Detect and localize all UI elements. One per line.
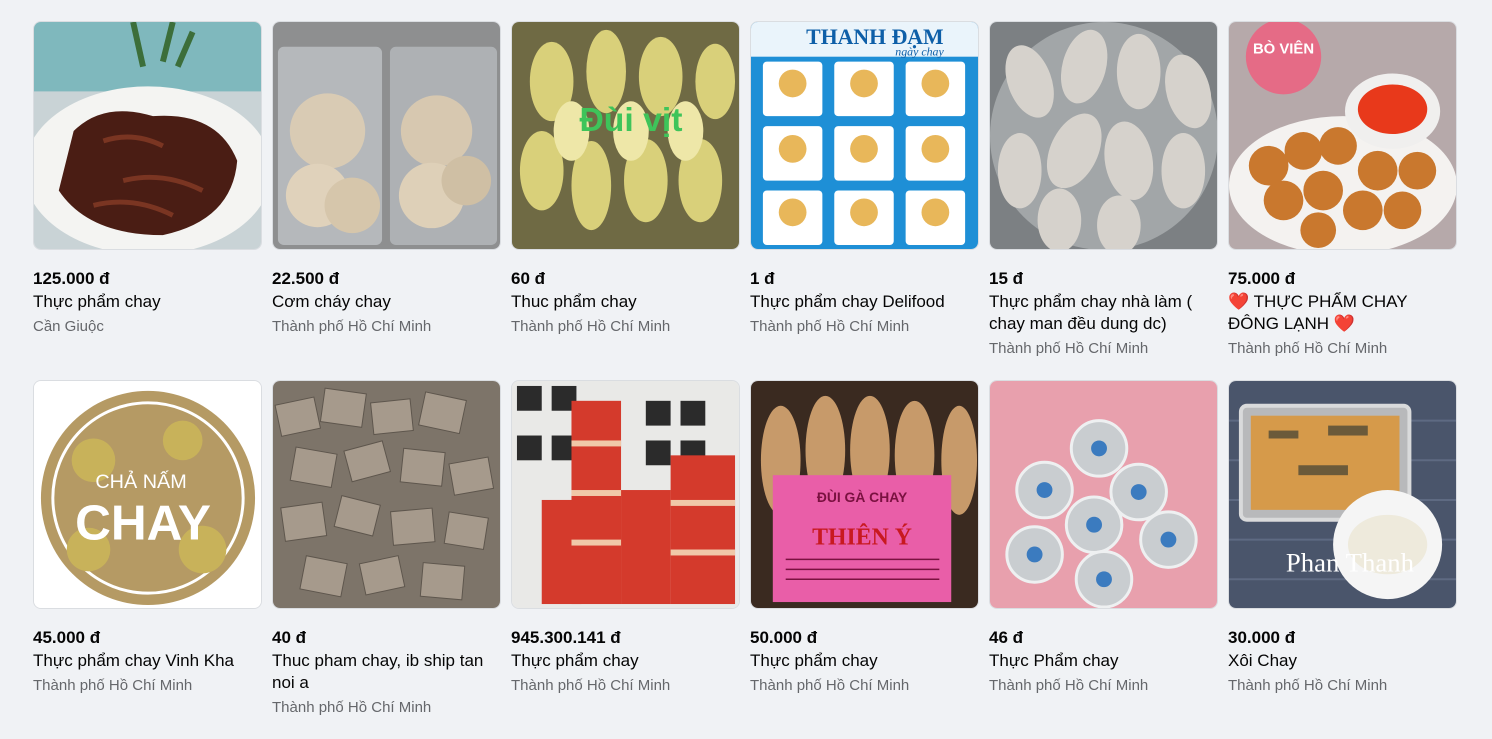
listing-photo[interactable]: THANH ĐẠM ngày chay [750, 21, 979, 250]
listing-title: ❤️ THỰC PHẨM CHAY ĐÔNG LẠNH ❤️ [1228, 292, 1408, 333]
listing-photo[interactable] [511, 380, 740, 609]
svg-text:THIÊN Ý: THIÊN Ý [812, 524, 912, 551]
listing-card[interactable]: Đùi vịt 60 đ Thuc phẩm chay Thành phố Hồ… [511, 21, 740, 380]
listing-location: Thành phố Hồ Chí Minh [1228, 340, 1388, 357]
listing-card[interactable]: 46 đ Thực Phẩm chay Thành phố Hồ Chí Min… [989, 380, 1218, 739]
listing-price: 125.000 đ [33, 269, 110, 288]
listing-location: Thành phố Hồ Chí Minh [511, 677, 671, 694]
listing-price: 22.500 đ [272, 269, 340, 288]
listing-title: Thực phẩm chay nhà làm ( chay man đều du… [989, 292, 1193, 333]
listing-photo[interactable]: Đùi vịt [511, 21, 740, 250]
listing-photo[interactable] [989, 21, 1218, 250]
listing-price: 50.000 đ [750, 628, 818, 647]
listing-card[interactable]: 22.500 đ Cơm cháy chay Thành phố Hồ Chí … [272, 21, 501, 380]
listing-price: 945.300.141 đ [511, 628, 621, 647]
listing-location: Thành phố Hồ Chí Minh [750, 677, 910, 694]
listing-card[interactable]: BÒ VIÊN 75.000 đ ❤️ THỰC PHẨM CHAY ĐÔNG … [1228, 21, 1457, 380]
listing-price: 40 đ [272, 628, 307, 647]
listing-photo[interactable]: Phan Thanh [1228, 380, 1457, 609]
listing-card[interactable]: ĐÙI GÀ CHAY THIÊN Ý 50.000 đ Thực phẩm ch… [750, 380, 979, 739]
listing-price: 46 đ [989, 628, 1024, 647]
listing-title: Thực Phẩm chay [989, 651, 1119, 670]
listing-title: Thuc pham chay, ib ship tan noi a [272, 651, 484, 692]
listing-card[interactable]: 40 đ Thuc pham chay, ib ship tan noi a T… [272, 380, 501, 739]
heart-icon: ❤️ [1333, 314, 1355, 333]
listing-location: Thành phố Hồ Chí Minh [989, 677, 1149, 694]
listing-price: 75.000 đ [1228, 269, 1296, 288]
listing-location: Cần Giuộc [33, 318, 104, 335]
listing-location: Thành phố Hồ Chí Minh [272, 699, 432, 716]
listing-photo[interactable]: ĐÙI GÀ CHAY THIÊN Ý [750, 380, 979, 609]
listing-card[interactable]: THANH ĐẠM ngày chay 1 đ Thực phẩm chay De… [750, 21, 979, 380]
listing-card[interactable]: 15 đ Thực phẩm chay nhà làm ( chay man đ… [989, 21, 1218, 380]
listing-photo[interactable] [989, 380, 1218, 609]
listing-card[interactable]: 125.000 đ Thực phẩm chay Cần Giuộc [33, 21, 262, 380]
listing-location: Thành phố Hồ Chí Minh [511, 318, 671, 335]
listing-photo[interactable] [272, 21, 501, 250]
listing-price: 1 đ [750, 269, 775, 288]
listing-title: Thực phẩm chay Vinh Kha [33, 651, 235, 670]
svg-text:CHAY: CHAY [75, 495, 211, 551]
listing-title: Cơm cháy chay [272, 292, 391, 311]
image-caption: CHẢ NẤM [95, 470, 186, 493]
listing-location: Thành phố Hồ Chí Minh [750, 318, 910, 335]
image-caption: BÒ VIÊN [1253, 40, 1314, 58]
listing-price: 30.000 đ [1228, 628, 1296, 647]
listing-price: 45.000 đ [33, 628, 101, 647]
listing-photo[interactable] [33, 21, 262, 250]
listing-location: Thành phố Hồ Chí Minh [989, 340, 1149, 357]
listing-photo[interactable]: BÒ VIÊN [1228, 21, 1457, 250]
listing-price: 15 đ [989, 269, 1024, 288]
listing-title: Xôi Chay [1228, 651, 1297, 670]
listing-photo[interactable] [272, 380, 501, 609]
listing-card[interactable]: Phan Thanh 30.000 đ Xôi Chay Thành phố H… [1228, 380, 1457, 739]
listing-title: Thực phẩm chay Delifood [750, 292, 945, 311]
listing-location: Thành phố Hồ Chí Minh [33, 677, 193, 694]
image-caption: Đùi vịt [579, 101, 682, 139]
svg-text:ngày chay: ngày chay [895, 45, 944, 59]
heart-icon: ❤️ [1228, 292, 1250, 311]
listing-card[interactable]: 945.300.141 đ Thực phẩm chay Thành phố H… [511, 380, 740, 739]
listing-title: Thực phẩm chay [33, 292, 161, 311]
image-caption: Phan Thanh [1286, 547, 1415, 577]
listing-price: 60 đ [511, 269, 546, 288]
listing-title: Thực phẩm chay [511, 651, 639, 670]
listing-title: Thực phẩm chay [750, 651, 878, 670]
listing-photo[interactable]: CHẢ NẤM CHAY [33, 380, 262, 609]
listing-location: Thành phố Hồ Chí Minh [272, 318, 432, 335]
image-caption: ĐÙI GÀ CHAY [817, 488, 908, 505]
listing-location: Thành phố Hồ Chí Minh [1228, 677, 1388, 694]
listing-title: Thuc phẩm chay [511, 292, 637, 311]
listing-grid: 125.000 đ Thực phẩm chay Cần Giuộc 22.50… [33, 21, 1457, 739]
listing-card[interactable]: CHẢ NẤM CHAY 45.000 đ Thực phẩm chay Vinh… [33, 380, 262, 739]
